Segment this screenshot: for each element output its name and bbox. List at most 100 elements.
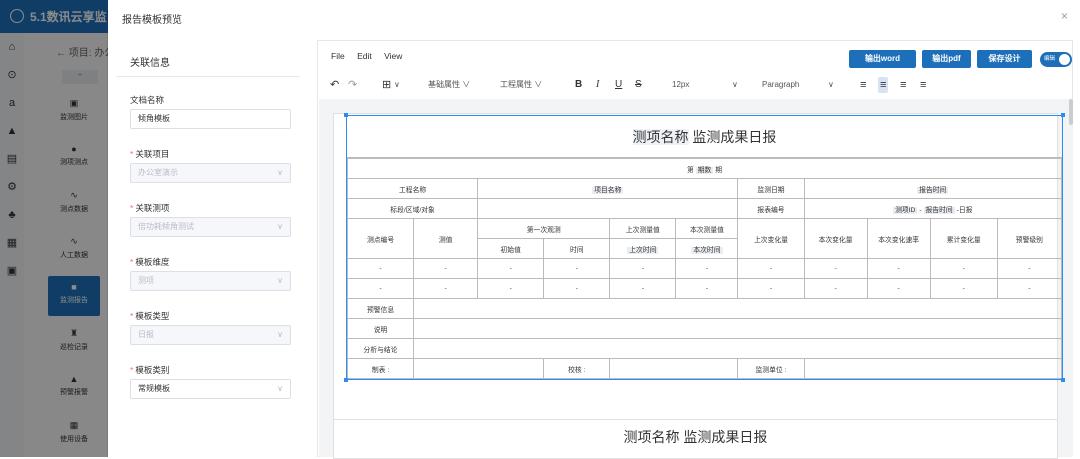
menu-edit[interactable]: Edit — [357, 51, 372, 61]
data-cell[interactable]: - — [803, 278, 868, 299]
project-value[interactable]: 项目名称 — [477, 178, 739, 199]
font-size-select[interactable]: 12px ∨ — [672, 77, 752, 93]
menu-view[interactable]: View — [384, 51, 402, 61]
underline-button[interactable]: U — [615, 77, 622, 93]
resize-handle[interactable] — [1061, 113, 1065, 117]
data-cell[interactable]: - — [675, 258, 739, 279]
align-right-icon[interactable]: ≡ — [900, 77, 906, 93]
checked-by-value[interactable] — [609, 358, 739, 379]
align-justify-icon[interactable]: ≡ — [920, 77, 926, 93]
data-cell[interactable]: - — [996, 278, 1063, 299]
header-last-change[interactable]: 上次变化量 — [737, 218, 805, 259]
unit-label[interactable]: 监测单位 : — [737, 358, 805, 379]
data-cell[interactable]: - — [996, 258, 1063, 279]
field-select[interactable]: 测项 ∨ — [130, 271, 291, 291]
section-label[interactable]: 标段/区域/对象 — [346, 198, 479, 219]
header-initial[interactable]: 初始值 — [477, 238, 545, 259]
data-cell[interactable]: - — [543, 278, 611, 299]
basic-props-dropdown[interactable]: 基础属性 ∨ — [428, 77, 470, 93]
toggle-label: 编辑 — [1044, 56, 1056, 62]
unit-value[interactable] — [803, 358, 1063, 379]
bold-button[interactable]: B — [575, 77, 582, 93]
header-alarm[interactable]: 预警级别 — [996, 218, 1063, 259]
header-point-no[interactable]: 测点编号 — [346, 218, 415, 259]
header-item[interactable]: 测值 — [413, 218, 479, 259]
data-cell[interactable]: - — [866, 258, 931, 279]
resize-handle[interactable] — [344, 378, 348, 382]
data-cell[interactable]: - — [346, 258, 415, 279]
close-icon[interactable]: × — [1061, 9, 1068, 23]
warning-label[interactable]: 预警信息 — [346, 298, 415, 319]
field-select[interactable]: 常规模板 ∨ — [130, 379, 291, 399]
italic-button[interactable]: I — [596, 77, 599, 93]
made-by-value[interactable] — [413, 358, 545, 379]
undo-icon[interactable]: ↶ — [330, 77, 339, 93]
document-page[interactable]: 测项名称 监测成果日报 第 期数 期 工程名称 项目名称 监测日期 报告时间 标… — [333, 113, 1065, 433]
header-this-time[interactable]: 本次时间 — [675, 238, 739, 259]
chevron-down-icon[interactable]: ∨ — [394, 77, 400, 93]
report-title[interactable]: 测项名称 监测成果日报 — [347, 116, 1062, 158]
data-cell[interactable]: - — [609, 258, 677, 279]
warning-value[interactable] — [413, 298, 1062, 319]
header-this-change[interactable]: 本次变化量 — [803, 218, 868, 259]
report-table[interactable]: 第 期数 期 工程名称 项目名称 监测日期 报告时间 标段/区域/对象 报表编号 — [346, 158, 1063, 379]
period-cell[interactable]: 第 期数 期 — [347, 158, 1062, 179]
code-label[interactable]: 报表编号 — [737, 198, 805, 219]
note-label[interactable]: 说明 — [346, 318, 415, 339]
page2-title[interactable]: 测项名称 监测成果日报 — [334, 424, 1057, 450]
align-left-icon[interactable]: ≡ — [860, 77, 866, 93]
header-first[interactable]: 第一次观测 — [477, 218, 611, 239]
data-cell[interactable]: - — [675, 278, 739, 299]
made-by-label[interactable]: 制表 : — [346, 358, 415, 379]
data-cell[interactable]: - — [803, 258, 868, 279]
analysis-label[interactable]: 分析与结论 — [346, 338, 415, 359]
date-label[interactable]: 监测日期 — [737, 178, 805, 199]
header-last-time[interactable]: 上次时间 — [609, 238, 677, 259]
editor-scrollbar[interactable] — [1069, 99, 1073, 125]
export-pdf-button[interactable]: 输出pdf — [922, 50, 971, 68]
data-cell[interactable]: - — [737, 278, 805, 299]
checked-by-label[interactable]: 校核 : — [543, 358, 611, 379]
data-cell[interactable]: - — [413, 258, 479, 279]
data-cell[interactable]: - — [543, 258, 611, 279]
header-total-change[interactable]: 累计变化量 — [929, 218, 998, 259]
header-this-value[interactable]: 本次测量值 — [675, 218, 739, 239]
header-this-rate[interactable]: 本次变化速率 — [866, 218, 931, 259]
data-cell[interactable]: - — [477, 278, 545, 299]
note-value[interactable] — [413, 318, 1062, 339]
redo-icon[interactable]: ↷ — [348, 77, 357, 93]
align-center-icon[interactable]: ≡ — [878, 77, 889, 93]
header-time[interactable]: 时间 — [543, 238, 611, 259]
date-value[interactable]: 报告时间 — [803, 178, 1063, 199]
project-label[interactable]: 工程名称 — [346, 178, 479, 199]
report-table-container[interactable]: 测项名称 监测成果日报 第 期数 期 工程名称 项目名称 监测日期 报告时间 标… — [344, 113, 1065, 382]
document-page-2[interactable]: 测项名称 监测成果日报 — [333, 419, 1058, 459]
data-cell[interactable]: - — [929, 258, 998, 279]
code-value[interactable]: 测项ID - 报告时间 -日报 — [803, 198, 1063, 219]
header-last-value[interactable]: 上次测量值 — [609, 218, 677, 239]
field-select[interactable]: 日报 ∨ — [130, 325, 291, 345]
data-cell[interactable]: - — [866, 278, 931, 299]
data-cell[interactable]: - — [477, 258, 545, 279]
export-word-button[interactable]: 输出word — [849, 50, 916, 68]
data-cell[interactable]: - — [737, 258, 805, 279]
resize-handle[interactable] — [1061, 378, 1065, 382]
edit-toggle[interactable]: 编辑 — [1040, 52, 1072, 67]
data-cell[interactable]: - — [346, 278, 415, 299]
save-design-button[interactable]: 保存设计 — [977, 50, 1032, 68]
data-cell[interactable]: - — [413, 278, 479, 299]
analysis-value[interactable] — [413, 338, 1062, 359]
menu-file[interactable]: File — [331, 51, 345, 61]
block-format-select[interactable]: Paragraph ∨ — [762, 77, 842, 93]
field-select[interactable]: 倍功耗倾角测试 ∨ — [130, 217, 291, 237]
document-canvas[interactable]: 测项名称 监测成果日报 第 期数 期 工程名称 项目名称 监测日期 报告时间 标… — [319, 99, 1073, 459]
section-value[interactable] — [477, 198, 739, 219]
field-select[interactable]: 办公室演示 ∨ — [130, 163, 291, 183]
table-icon[interactable]: ⊞ — [382, 77, 391, 93]
data-cell[interactable]: - — [929, 278, 998, 299]
field-input[interactable]: 倾角模板 — [130, 109, 291, 129]
strikethrough-button[interactable]: S — [635, 77, 642, 93]
project-props-dropdown[interactable]: 工程属性 ∨ — [500, 77, 542, 93]
data-cell[interactable]: - — [609, 278, 677, 299]
resize-handle[interactable] — [344, 113, 348, 117]
